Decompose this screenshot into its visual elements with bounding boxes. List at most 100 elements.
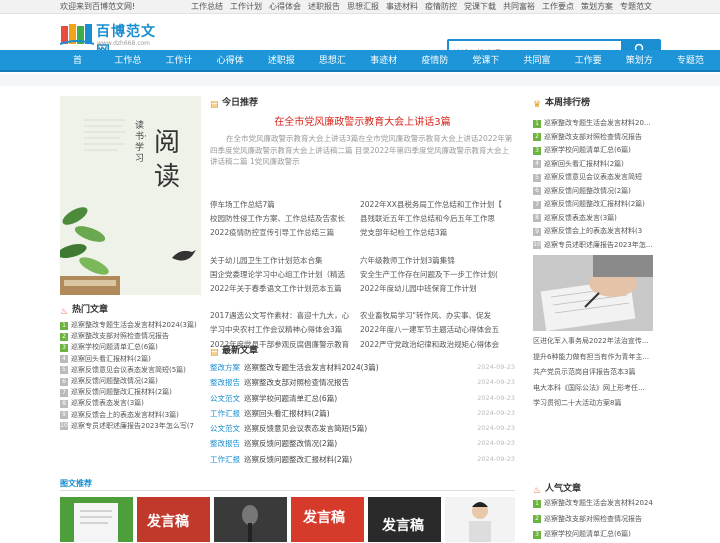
- article-category[interactable]: 整改方案: [210, 363, 240, 372]
- article-link[interactable]: 2022年关于春季语文工作计划范本五篇: [210, 282, 355, 296]
- top-link[interactable]: 策划方案: [581, 2, 613, 11]
- table-row[interactable]: 公文范文 巡察反馈意见会议表态发言简短(5篇) 2024-09-23: [210, 421, 515, 436]
- article-link[interactable]: 区进化军入事务局2022年法治宣传...: [533, 334, 653, 350]
- top-link[interactable]: 工作计划: [230, 2, 262, 11]
- nav-item[interactable]: 工作要点: [567, 50, 618, 88]
- thumbnail[interactable]: 发言稿: [137, 497, 210, 542]
- nav-item[interactable]: 专题范文: [669, 50, 720, 88]
- article-link[interactable]: 六年级教师工作计划3篇集锦: [360, 254, 505, 268]
- article-title[interactable]: 巡察回头看汇报材料(2篇): [244, 409, 330, 418]
- list-item[interactable]: 6 巡察反馈问题整改情况(2篇): [533, 185, 653, 199]
- list-item[interactable]: 3 巡察学校问题清单汇总(6篇): [533, 527, 653, 543]
- article-category[interactable]: 工作汇报: [210, 409, 240, 418]
- thumbnail[interactable]: [214, 497, 287, 542]
- thumbnail[interactable]: 发言稿: [368, 497, 441, 542]
- nav-item-home[interactable]: 首 页: [60, 50, 106, 88]
- top-link[interactable]: 心得体会: [269, 2, 301, 11]
- article-link[interactable]: 安全生产工作存在问题及下一步工作计划(: [360, 268, 505, 282]
- article-category[interactable]: 公文范文: [210, 394, 240, 403]
- top-link[interactable]: 疫情防控: [425, 2, 457, 11]
- table-row[interactable]: 整改报告 巡察反馈问题整改情况(2篇) 2024-09-23: [210, 436, 515, 451]
- list-item[interactable]: 1 巡察整改专题生活会发言材料2024(3篇): [60, 320, 201, 331]
- thumbnail[interactable]: [60, 497, 133, 542]
- nav-item[interactable]: 事迹材料: [362, 50, 413, 88]
- list-item[interactable]: 8 巡察反馈表态发言(3篇): [533, 212, 653, 226]
- thumbnail[interactable]: [445, 497, 515, 542]
- article-link[interactable]: 共产党员示范岗自评报告范本3篇: [533, 365, 653, 381]
- study-photo[interactable]: [533, 255, 653, 331]
- list-item[interactable]: 10 巡察专员述职述廉报告2023年怎么写(7: [60, 421, 201, 432]
- top-link[interactable]: 专题范文: [620, 2, 652, 11]
- list-item[interactable]: 2 巡察整改支部对照检查情况报告: [533, 512, 653, 528]
- nav-item[interactable]: 心得体会: [209, 50, 260, 88]
- article-link[interactable]: 电大本科《国际公法》网上形考任...: [533, 381, 653, 397]
- article-title[interactable]: 巡察整改专题生活会发言材料2024(3篇): [244, 363, 379, 372]
- nav-item[interactable]: 党课下载: [464, 50, 515, 88]
- article-title[interactable]: 巡察反馈问题整改汇报材料(2篇): [244, 455, 352, 464]
- list-item[interactable]: 9 巡察反馈会上的表态发言材料(3篇): [60, 410, 201, 421]
- list-item[interactable]: 4 巡察回头看汇报材料(2篇): [533, 158, 653, 172]
- list-item[interactable]: 3 巡察学校问题清单汇总(6篇): [60, 342, 201, 353]
- top-link[interactable]: 工作要点: [542, 2, 574, 11]
- article-link[interactable]: 党支部年纪检工作总结3篇: [360, 226, 505, 240]
- article-link[interactable]: 2022疫情防控宣传引导工作总结三篇: [210, 226, 355, 240]
- nav-item[interactable]: 共同富裕: [515, 50, 566, 88]
- list-item[interactable]: 2 巡察整改支部对照检查情况报告: [533, 131, 653, 145]
- article-title[interactable]: 巡察整改支部对照检查情况报告: [244, 378, 349, 387]
- article-category[interactable]: 整改报告: [210, 439, 240, 448]
- nav-item[interactable]: 疫情防控: [413, 50, 464, 88]
- article-link[interactable]: 停车场工作总结7篇: [210, 198, 355, 212]
- nav-item[interactable]: 工作计划: [158, 50, 209, 88]
- list-item[interactable]: 4 巡察回头看汇报材料(2篇): [60, 354, 201, 365]
- table-row[interactable]: 工作汇报 巡察回头看汇报材料(2篇) 2024-09-23: [210, 406, 515, 421]
- table-row[interactable]: 整改报告 巡察整改支部对照检查情况报告 2024-09-23: [210, 375, 515, 390]
- top-link[interactable]: 事迹材料: [386, 2, 418, 11]
- article-link[interactable]: 提升6种能力做有担当有作为青年主...: [533, 350, 653, 366]
- top-link[interactable]: 共同富裕: [503, 2, 535, 11]
- article-link[interactable]: 2022年度八一建军节主题活动心得体会五: [360, 323, 505, 337]
- list-item[interactable]: 1 巡察整改专题生活会发言材料2024(3: [533, 496, 653, 512]
- article-link[interactable]: 学习中央农村工作会议精神心得体会3篇: [210, 323, 355, 337]
- article-category[interactable]: 公文范文: [210, 424, 240, 433]
- list-item[interactable]: 10 巡察专员述职述廉报告2023年怎...: [533, 239, 653, 253]
- top-link[interactable]: 思想汇报: [347, 2, 379, 11]
- article-link[interactable]: 学习贯彻二十大活动方案8篇: [533, 396, 653, 412]
- article-link[interactable]: 2017遇选公文写作素材：喜迎十九大，心: [210, 309, 355, 323]
- list-item[interactable]: 9 巡察反馈会上的表态发言材料(3: [533, 225, 653, 239]
- top-link[interactable]: 工作总结: [191, 2, 223, 11]
- article-link[interactable]: 关于幼儿园卫生工作计划范本合集: [210, 254, 355, 268]
- list-item[interactable]: 5 巡察反馈意见会议表态发言简短(5篇): [60, 365, 201, 376]
- reading-banner-image[interactable]: 读书·学习 阅读: [60, 96, 201, 295]
- article-title[interactable]: 巡察反馈问题整改情况(2篇): [244, 439, 337, 448]
- list-item[interactable]: 2 巡察整改支部对照检查情况报告: [60, 331, 201, 342]
- article-category[interactable]: 整改报告: [210, 378, 240, 387]
- article-link[interactable]: 县残联近五年工作总结和今后五年工作思: [360, 212, 505, 226]
- article-category[interactable]: 工作汇报: [210, 455, 240, 464]
- article-link[interactable]: 农业畜牧局学习"转作风、办实事、促发: [360, 309, 505, 323]
- article-link[interactable]: 2022年XX县税务局工作总结和工作计划【: [360, 198, 505, 212]
- article-title[interactable]: 巡察学校问题清单汇总(6篇): [244, 394, 337, 403]
- top-link[interactable]: 述职报告: [308, 2, 340, 11]
- top-link[interactable]: 党课下载: [464, 2, 496, 11]
- table-row[interactable]: 公文范文 巡察学校问题清单汇总(6篇) 2024-09-23: [210, 391, 515, 406]
- headline-link[interactable]: 在全市党风廉政警示教育大会上讲话3篇: [210, 116, 515, 130]
- nav-item[interactable]: 工作总结: [106, 50, 157, 88]
- thumbnail[interactable]: 发言稿: [291, 497, 364, 542]
- list-item[interactable]: 7 巡察反馈问题整改汇报材料(2篇): [533, 198, 653, 212]
- site-logo[interactable]: 百博范文网 www.dzh668.com: [60, 20, 170, 60]
- article-link[interactable]: 国企党委理论学习中心组工作计划（精选: [210, 268, 355, 282]
- article-link[interactable]: 2022年度幼儿园中班保育工作计划: [360, 282, 505, 296]
- list-item[interactable]: 5 巡察反馈意见会议表态发言简短: [533, 171, 653, 185]
- list-item[interactable]: 3 巡察学校问题清单汇总(6篇): [533, 144, 653, 158]
- list-item[interactable]: 1 巡察整改专题生活会发言材料20...: [533, 117, 653, 131]
- article-title[interactable]: 巡察反馈意见会议表态发言简短(5篇): [244, 424, 367, 433]
- list-item[interactable]: 8 巡察反馈表态发言(3篇): [60, 398, 201, 409]
- list-item[interactable]: 7 巡察反馈问题整改汇报材料(2篇): [60, 387, 201, 398]
- table-row[interactable]: 整改方案 巡察整改专题生活会发言材料2024(3篇) 2024-09-23: [210, 360, 515, 375]
- nav-item[interactable]: 述职报告: [260, 50, 311, 88]
- nav-item[interactable]: 策划方案: [618, 50, 669, 88]
- article-link[interactable]: 校园防性侵工作方案、工作总结及告家长: [210, 212, 355, 226]
- list-item[interactable]: 6 巡察反馈问题整改情况(2篇): [60, 376, 201, 387]
- table-row[interactable]: 工作汇报 巡察反馈问题整改汇报材料(2篇) 2024-09-23: [210, 452, 515, 467]
- nav-item[interactable]: 思想汇报: [311, 50, 362, 88]
